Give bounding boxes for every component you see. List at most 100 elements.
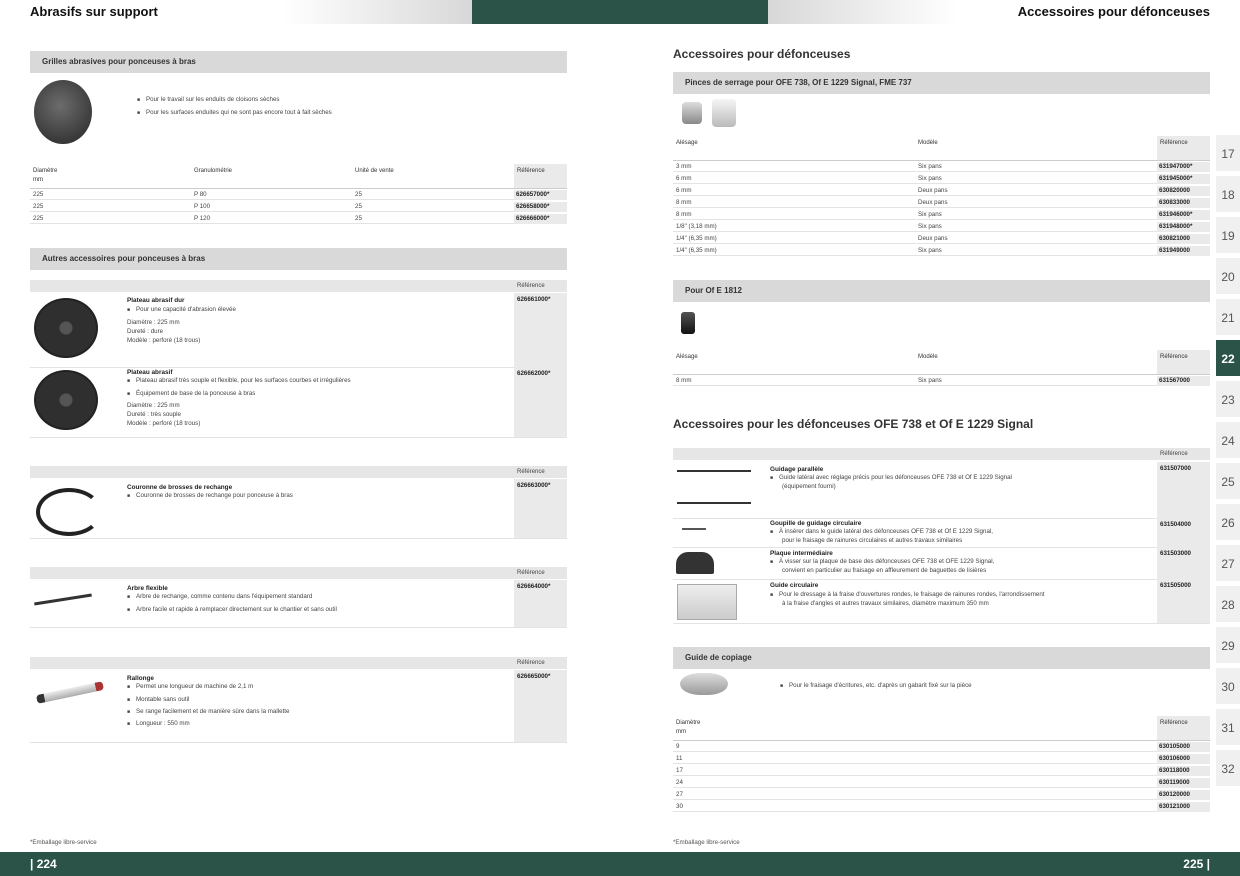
cell-ref: 630105000 <box>1157 742 1210 752</box>
divider <box>30 367 567 368</box>
page-number-left: | 224 <box>30 857 57 871</box>
item-header-bar: Référence <box>30 567 567 579</box>
cell-modele: Six pans <box>918 377 942 384</box>
cell-unit: 25 <box>355 203 362 210</box>
divider <box>673 623 1210 624</box>
grilles-bullet-1: Pour le travail sur les enduits de clois… <box>137 96 279 104</box>
chapter-tab-27[interactable]: 27 <box>1216 545 1240 583</box>
acc-line: (équipement fourni) <box>782 483 836 490</box>
right-heading-2: Accessoires pour les défonceuses OFE 738… <box>673 417 1034 431</box>
item-title-rallonge: Rallonge <box>127 675 154 682</box>
col-mm: mm <box>33 177 43 183</box>
item-ref: 626665000* <box>514 670 567 742</box>
chapter-tab-30[interactable]: 30 <box>1216 668 1240 706</box>
item-bullet: Permet une longueur de machine de 2,1 m <box>127 683 253 691</box>
chapter-tab-25[interactable]: 25 <box>1216 463 1240 501</box>
chapter-tab-28[interactable]: 28 <box>1216 586 1240 624</box>
chapter-tab-19[interactable]: 19 <box>1216 217 1240 255</box>
table-row: 1/4" (6,35 mm) Deux pans 630821000 <box>673 234 1210 244</box>
item-header-bar: Référence <box>30 466 567 478</box>
divider <box>30 742 567 743</box>
section-title-grilles: Grilles abrasives pour ponceuses à bras <box>30 51 567 73</box>
chapter-tab-24[interactable]: 24 <box>1216 422 1240 460</box>
item-bullet: Montable sans outil <box>127 696 189 704</box>
item-header-bar: Référence <box>30 280 567 292</box>
intermediate-plate-image <box>676 552 714 574</box>
cell-diam: 225 <box>33 191 44 198</box>
cell-alesage: 6 mm <box>676 175 692 182</box>
cell-ref: 630120000 <box>1157 790 1210 800</box>
divider <box>673 579 1210 580</box>
header-left: Abrasifs sur support <box>0 0 472 24</box>
abrasive-grid-image <box>34 80 92 144</box>
chapter-tab-21[interactable]: 21 <box>1216 299 1240 337</box>
item-line: Diamètre : 225 mm <box>127 319 180 326</box>
cell-diam: 17 <box>676 767 683 774</box>
table-row: 6 mm Six pans 631945000* <box>673 174 1210 184</box>
circle-guide-image <box>677 584 737 620</box>
chapter-tab-20[interactable]: 20 <box>1216 258 1240 296</box>
cell-diam: 30 <box>676 803 683 810</box>
cell-ref: 630118000 <box>1157 766 1210 776</box>
chapter-tab-18[interactable]: 18 <box>1216 176 1240 214</box>
cell-grain: P 100 <box>194 203 211 210</box>
divider <box>30 437 567 438</box>
cell-ref: 626666000* <box>514 214 567 224</box>
cell-diam: 24 <box>676 779 683 786</box>
chapter-tab-23[interactable]: 23 <box>1216 381 1240 419</box>
cell-ref: 630121000 <box>1157 802 1210 812</box>
table-row: 8 mm Six pans 631946000* <box>673 210 1210 220</box>
acc-title: Goupille de guidage circulaire <box>770 520 862 527</box>
divider <box>673 518 1210 519</box>
ref-header: Référence <box>517 660 545 666</box>
guide-pin-image <box>682 528 706 530</box>
header-left-title: Abrasifs sur support <box>30 4 158 19</box>
ref-header: Référence <box>517 570 545 576</box>
acc-line: Pour le dressage à la fraise d'ouverture… <box>770 591 1044 599</box>
table-row: 27 630120000 <box>673 790 1210 800</box>
cell-ref: 630119000 <box>1157 778 1210 788</box>
cell-ref: 631946000* <box>1157 210 1210 220</box>
col-reference: Référence <box>1157 716 1210 740</box>
acc-ref: 631507000 <box>1157 462 1210 518</box>
chapter-tab-22[interactable]: 22 <box>1216 340 1240 378</box>
item-line: Modèle : perforé (18 trous) <box>127 420 201 427</box>
pinces-table-header: Alésage Modèle Référence <box>673 136 1210 161</box>
cell-unit: 25 <box>355 215 362 222</box>
footnote-right: *Emballage libre-service <box>673 839 740 846</box>
divider <box>30 538 567 539</box>
section-title-autres: Autres accessoires pour ponceuses à bras <box>30 248 567 270</box>
chapter-tab-26[interactable]: 26 <box>1216 504 1240 542</box>
cell-alesage: 3 mm <box>676 163 692 170</box>
table-row: 11 630106000 <box>673 754 1210 764</box>
chapter-tab-32[interactable]: 32 <box>1216 750 1240 788</box>
table-row: 3 mm Six pans 631947000* <box>673 162 1210 172</box>
cell-alesage: 1/8" (3,18 mm) <box>676 223 717 230</box>
acc-title: Guide circulaire <box>770 582 819 589</box>
item-bullet: Arbre de rechange, comme contenu dans l'… <box>127 593 312 601</box>
copiage-bullet: Pour le fraisage d'écritures, etc. d'apr… <box>780 682 972 690</box>
catalog-spread: Abrasifs sur support Accessoires pour dé… <box>0 0 1240 876</box>
footer-band: | 224 225 | <box>0 852 1240 876</box>
cell-grain: P 120 <box>194 215 211 222</box>
cell-alesage: 1/4" (6,35 mm) <box>676 235 717 242</box>
extension-image <box>35 681 105 704</box>
soft-pad-image <box>34 370 98 430</box>
cell-alesage: 1/4" (6,35 mm) <box>676 247 717 254</box>
chapter-tab-17[interactable]: 17 <box>1216 135 1240 173</box>
item-bullet: Couronne de brosses de rechange pour pon… <box>127 492 293 500</box>
cell-modele: Six pans <box>918 175 942 182</box>
chapter-tab-31[interactable]: 31 <box>1216 709 1240 747</box>
item-bullet: Équipement de base de la ponceuse à bras <box>127 390 255 398</box>
cell-modele: Six pans <box>918 223 942 230</box>
chapter-tab-29[interactable]: 29 <box>1216 627 1240 665</box>
table-row: 17 630118000 <box>673 766 1210 776</box>
cell-grain: P 80 <box>194 191 207 198</box>
cell-alesage: 8 mm <box>676 377 692 384</box>
item-title-arbre: Arbre flexible <box>127 585 168 592</box>
acc-ref: 631505000 <box>1157 579 1210 623</box>
item-title-plateau: Plateau abrasif <box>127 369 173 376</box>
col-mm: mm <box>676 729 686 735</box>
section-title-of-e-1812: Pour Of E 1812 <box>673 280 1210 302</box>
cell-unit: 25 <box>355 191 362 198</box>
